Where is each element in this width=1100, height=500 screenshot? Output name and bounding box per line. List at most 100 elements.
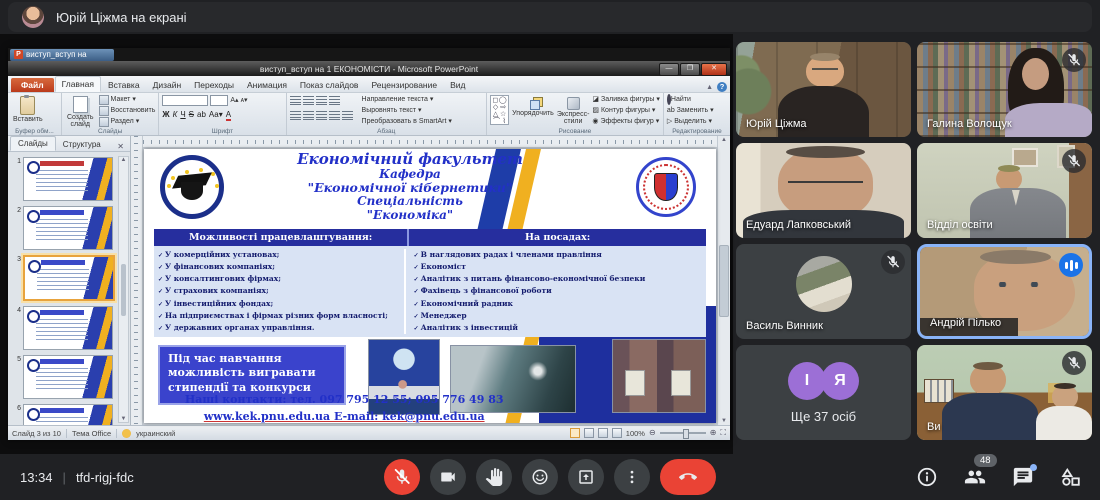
shape-fill-button[interactable]: ◪ Заливка фигуры ▾ xyxy=(592,95,660,105)
layout-button[interactable]: Макет ▾ xyxy=(99,95,156,105)
strikethrough-button[interactable]: S xyxy=(189,110,194,119)
arrange-button[interactable]: Упорядочить xyxy=(512,95,554,117)
text-direction-button[interactable]: Направление текста ▾ xyxy=(362,95,452,105)
case-button[interactable]: Aa▾ xyxy=(209,110,223,119)
align-text-button[interactable]: Выровнять текст ▾ xyxy=(362,106,452,116)
tab-design[interactable]: Дизайн xyxy=(147,78,188,92)
tab-insert[interactable]: Вставка xyxy=(102,78,146,92)
panel-scrollbar[interactable]: ▲▼ xyxy=(118,156,129,423)
participant-grid: Юрій Ціжма Галина Волощук Едуард Лапковс… xyxy=(736,42,1092,440)
help-icon[interactable]: ? xyxy=(717,82,727,92)
participants-button[interactable]: 48 xyxy=(964,466,986,488)
shape-effects-button[interactable]: ◉ Эффекты фигур ▾ xyxy=(592,117,660,127)
font-name-box[interactable] xyxy=(162,95,208,106)
slide-thumbnail-4[interactable]: 4 xyxy=(9,306,118,350)
bold-button[interactable]: Ж xyxy=(162,110,169,119)
reading-view-icon[interactable] xyxy=(598,428,608,438)
normal-view-icon[interactable] xyxy=(570,428,580,438)
thumbnail-list: 1 2 3 4 5 xyxy=(8,152,130,425)
panel-tab-slides[interactable]: Слайды xyxy=(10,136,56,151)
columns-icon[interactable] xyxy=(342,110,353,120)
microphone-button[interactable] xyxy=(384,459,420,495)
font-color-button[interactable]: A xyxy=(226,110,231,121)
tab-slideshow[interactable]: Показ слайдов xyxy=(294,78,365,92)
bullets-icon[interactable] xyxy=(290,95,301,105)
zoom-in-icon[interactable]: ⊕ xyxy=(710,429,717,437)
tile-vasyl-vynnyk[interactable]: Василь Винник xyxy=(736,244,911,339)
tab-animations[interactable]: Анимация xyxy=(241,78,293,92)
select-button[interactable]: ▷ Выделить ▾ xyxy=(667,117,714,127)
find-button[interactable]: Найти xyxy=(667,95,714,105)
shape-outline-button[interactable]: ▨ Контур фигуры ▾ xyxy=(592,106,660,116)
tab-view[interactable]: Вид xyxy=(444,78,471,92)
numbering-icon[interactable] xyxy=(303,95,314,105)
camera-button[interactable] xyxy=(430,459,466,495)
slide-canvas[interactable]: Економічний факультет Кафедра "Економічн… xyxy=(144,149,716,423)
spellcheck-icon[interactable] xyxy=(122,429,131,438)
taskbar-tab[interactable]: P виступ_вступ на xyxy=(10,49,114,61)
restore-icon[interactable]: ❐ xyxy=(680,63,700,76)
underline-button[interactable]: Ч xyxy=(180,110,185,119)
reactions-button[interactable] xyxy=(522,459,558,495)
panel-close-icon[interactable]: ✕ xyxy=(113,142,128,151)
powerpoint-window[interactable]: P виступ_вступ на виступ_вступ на 1 ЕКОН… xyxy=(8,48,730,440)
sorter-view-icon[interactable] xyxy=(584,428,594,438)
slide-thumbnail-6[interactable]: 6 xyxy=(9,404,118,425)
shapes-gallery[interactable]: ◻◯◇⇨△☆⌒⌇ xyxy=(490,95,509,125)
slideshow-view-icon[interactable] xyxy=(612,428,622,438)
slide-scrollbar[interactable]: ▲▼ xyxy=(717,136,730,425)
shadow-button[interactable]: ab xyxy=(197,110,206,119)
paste-button[interactable]: Вставить xyxy=(11,95,45,124)
zoom-slider[interactable] xyxy=(660,432,706,434)
tile-more-participants[interactable]: І Я Ще 37 осіб xyxy=(736,345,911,440)
justify-icon[interactable] xyxy=(329,110,340,120)
smartart-button[interactable]: Преобразовать в SmartArt ▾ xyxy=(362,117,452,127)
status-language[interactable]: украинский xyxy=(136,429,175,438)
tile-yurii-tsizhma[interactable]: Юрій Ціжма xyxy=(736,42,911,137)
present-button[interactable] xyxy=(568,459,604,495)
tile-andrii-pilko[interactable]: Андрій Пілько xyxy=(917,244,1092,339)
new-slide-button[interactable]: Создать слайд xyxy=(65,95,96,130)
quick-styles-button[interactable]: Экспресс-стили xyxy=(557,95,590,126)
tab-transitions[interactable]: Переходы xyxy=(188,78,240,92)
end-call-button[interactable] xyxy=(660,459,716,495)
tile-viddil-osvity[interactable]: Відділ освіти xyxy=(917,143,1092,238)
slide-thumbnail-5[interactable]: 5 xyxy=(9,355,118,399)
tab-file[interactable]: Файл xyxy=(11,78,54,92)
close-icon[interactable]: ✕ xyxy=(701,63,727,76)
meeting-details-button[interactable] xyxy=(916,466,938,488)
grow-font-icon[interactable]: A▴ xyxy=(230,96,238,105)
italic-button[interactable]: К xyxy=(173,110,178,119)
tab-review[interactable]: Рецензирование xyxy=(365,78,443,92)
tile-eduard-lapkovskyi[interactable]: Едуард Лапковський xyxy=(736,143,911,238)
zoom-out-icon[interactable]: ⊖ xyxy=(649,429,656,437)
minimize-ribbon-icon[interactable]: ▲ xyxy=(706,84,713,91)
slide-thumbnail-1[interactable]: 1 xyxy=(9,157,118,201)
indent-increase-icon[interactable] xyxy=(329,95,340,105)
align-left-icon[interactable] xyxy=(290,110,301,120)
raise-hand-button[interactable] xyxy=(476,459,512,495)
new-slide-icon xyxy=(73,96,88,113)
font-size-box[interactable] xyxy=(210,95,228,106)
minimize-icon[interactable]: — xyxy=(659,63,679,76)
chat-button[interactable] xyxy=(1012,466,1034,488)
participant-count-badge: 48 xyxy=(974,454,997,467)
shrink-font-icon[interactable]: ᴀ▾ xyxy=(241,96,248,105)
tile-you[interactable]: Ви xyxy=(917,345,1092,440)
tile-halyna-voloshchuk[interactable]: Галина Волощук xyxy=(917,42,1092,137)
slide-thumbnail-2[interactable]: 2 xyxy=(9,206,118,250)
window-title-bar[interactable]: виступ_вступ на 1 ЕКОНОМІСТИ - Microsoft… xyxy=(8,61,730,76)
reset-button[interactable]: Восстановить xyxy=(99,106,156,116)
participant-name: Відділ освіти xyxy=(927,219,993,231)
slide-thumbnail-3-selected[interactable]: 3 xyxy=(9,255,118,301)
align-right-icon[interactable] xyxy=(316,110,327,120)
fit-window-icon[interactable]: ⛶ xyxy=(720,429,726,437)
replace-button[interactable]: ab Заменить ▾ xyxy=(667,106,714,116)
panel-tab-outline[interactable]: Структура xyxy=(56,138,108,151)
align-center-icon[interactable] xyxy=(303,110,314,120)
tab-home[interactable]: Главная xyxy=(55,76,101,92)
more-options-button[interactable] xyxy=(614,459,650,495)
section-button[interactable]: Раздел ▾ xyxy=(99,117,156,127)
activities-button[interactable] xyxy=(1060,466,1082,488)
indent-decrease-icon[interactable] xyxy=(316,95,327,105)
